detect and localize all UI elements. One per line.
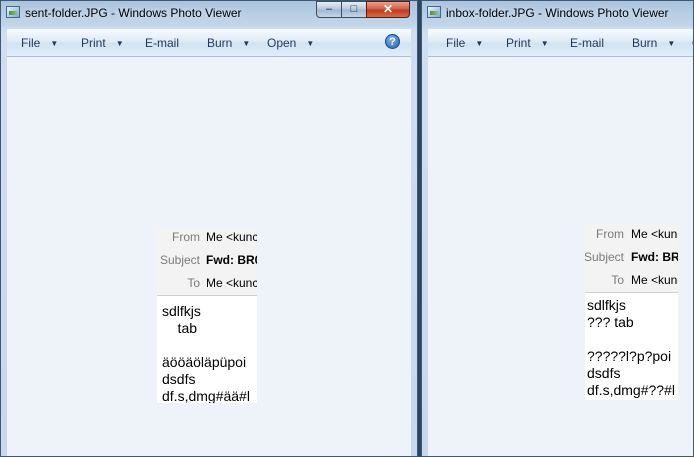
body-line: dsdfs <box>162 371 196 387</box>
from-value: Me <kunc <box>631 227 678 241</box>
to-value: Me <kunc <box>206 276 257 290</box>
title-bar[interactable]: inbox-folder.JPG - Windows Photo Viewer <box>422 1 693 27</box>
menu-email-label: E-mail <box>570 36 605 50</box>
body-line: sdlfkjs <box>162 303 201 319</box>
help-icon[interactable]: ? <box>385 34 400 49</box>
body-line: df.s,dmg#ää#l <box>162 388 250 403</box>
dropdown-arrow-icon: ▼ <box>242 39 251 48</box>
image-canvas[interactable]: From Me <kunc Subject Fwd: BR0 To Me <ku… <box>7 57 411 456</box>
email-to-row: To Me <kunc <box>157 273 257 296</box>
to-value: Me <kunc <box>631 273 678 287</box>
menu-email[interactable]: E-mail <box>145 36 179 50</box>
menu-file[interactable]: File ▼ <box>446 36 483 50</box>
body-line: tab <box>162 320 198 336</box>
photo-viewer-icon <box>6 6 20 18</box>
dropdown-arrow-icon: ▼ <box>115 39 124 48</box>
image-canvas[interactable]: From Me <kunc Subject Fwd: BR0 To Me <ku… <box>428 57 693 456</box>
menu-print[interactable]: Print ▼ <box>506 36 549 50</box>
dropdown-arrow-icon: ▼ <box>50 39 59 48</box>
dropdown-arrow-icon: ▼ <box>306 39 315 48</box>
email-subject-row: Subject Fwd: BR0 <box>157 250 257 273</box>
menu-burn[interactable]: Burn ▼ <box>207 36 250 50</box>
email-to-row: To Me <kunc <box>585 270 678 293</box>
email-from-row: From Me <kunc <box>157 227 257 250</box>
menu-burn-label: Burn <box>632 36 658 50</box>
email-from-row: From Me <kunc <box>585 224 678 247</box>
menu-print-label: Print <box>506 36 531 50</box>
window-title: inbox-folder.JPG - Windows Photo Viewer <box>446 6 669 20</box>
command-bar: File▼ Print▼ E-mail Burn▼ O <box>428 29 693 57</box>
body-line: äööäöläpüpoi <box>162 354 247 370</box>
menu-burn[interactable]: Burn ▼ <box>632 36 675 50</box>
header-divider <box>585 292 678 293</box>
dropdown-arrow-icon: ▼ <box>540 39 549 48</box>
menu-email-label: E-mail <box>145 36 180 50</box>
menu-burn-label: Burn <box>207 36 233 50</box>
minimize-button[interactable]: – <box>316 1 342 18</box>
to-label: To <box>611 273 624 287</box>
close-button[interactable]: ✕ <box>366 1 410 18</box>
command-bar: File ▼ Print ▼ E-mail Burn ▼ Open ▼ ? <box>7 29 411 57</box>
title-bar[interactable]: sent-folder.JPG - Windows Photo Viewer –… <box>1 1 417 27</box>
menu-file[interactable]: File ▼ <box>21 36 58 50</box>
menu-print-label: Print <box>81 36 106 50</box>
email-image: From Me <kunc Subject Fwd: BR0 To Me <ku… <box>585 224 678 400</box>
subject-label: Subject <box>585 250 624 264</box>
menu-file-label: File <box>21 36 41 50</box>
email-subject-row: Subject Fwd: BR0 <box>585 247 678 270</box>
body-line: sdlfkjs <box>587 297 626 313</box>
body-line: ?????l?p?poi <box>587 348 672 364</box>
menu-email[interactable]: E-mail <box>570 36 604 50</box>
menu-file-label: File <box>446 36 466 50</box>
body-line: dsdfs <box>587 365 621 381</box>
window-title: sent-folder.JPG - Windows Photo Viewer <box>25 6 242 20</box>
menu-print[interactable]: Print ▼ <box>81 36 124 50</box>
from-value: Me <kunc <box>206 230 257 244</box>
subject-value: Fwd: BR0 <box>631 250 678 264</box>
maximize-button[interactable]: □ <box>341 1 367 18</box>
menu-open-label: Open <box>267 36 297 50</box>
caption-buttons: – □ ✕ <box>316 1 410 18</box>
dropdown-arrow-icon: ▼ <box>667 39 676 48</box>
body-line: ??? tab <box>587 314 634 330</box>
subject-label: Subject <box>159 253 200 267</box>
header-divider <box>157 295 257 296</box>
from-label: From <box>596 227 624 241</box>
photo-viewer-window-inbox[interactable]: inbox-folder.JPG - Windows Photo Viewer … <box>421 0 694 457</box>
body-line: df.s,dmg#??#l <box>587 382 675 398</box>
email-image: From Me <kunc Subject Fwd: BR0 To Me <ku… <box>157 227 257 403</box>
to-label: To <box>187 276 200 290</box>
subject-value: Fwd: BR0 <box>206 253 257 267</box>
photo-viewer-icon <box>427 6 441 18</box>
dropdown-arrow-icon: ▼ <box>475 39 484 48</box>
photo-viewer-window-sent[interactable]: sent-folder.JPG - Windows Photo Viewer –… <box>0 0 418 457</box>
from-label: From <box>172 230 200 244</box>
menu-open[interactable]: Open ▼ <box>267 36 314 50</box>
